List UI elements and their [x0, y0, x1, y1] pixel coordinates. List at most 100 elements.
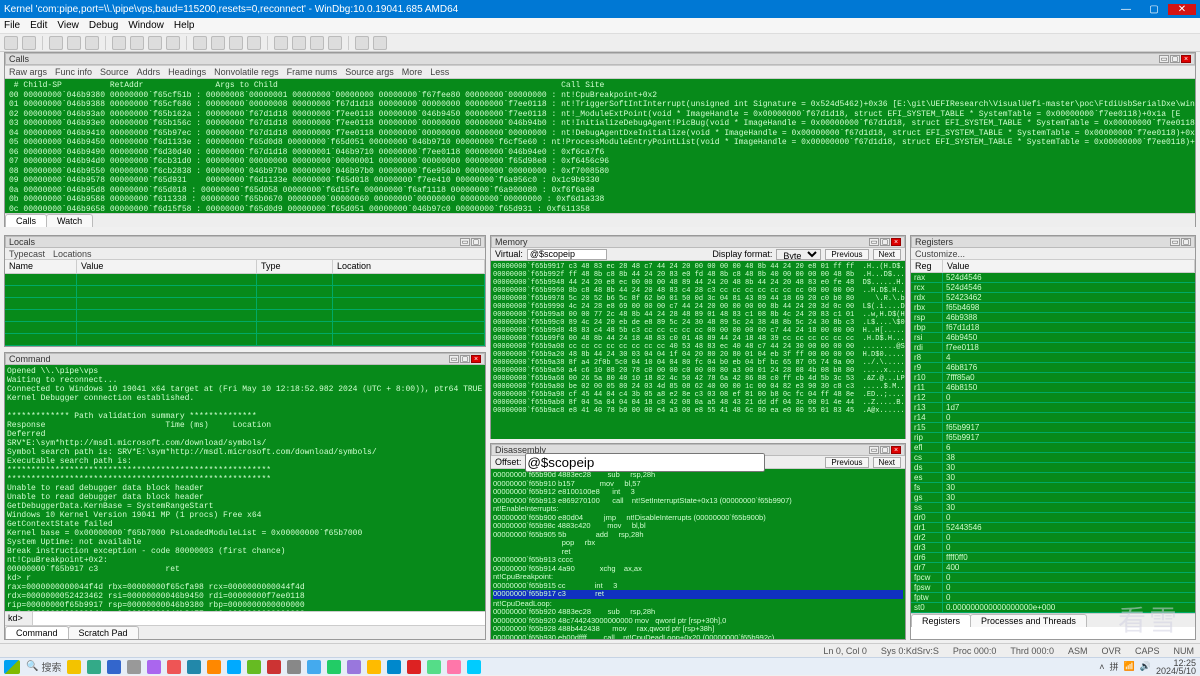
taskbar-search[interactable]: 🔍 搜索	[26, 659, 61, 674]
register-row[interactable]: r120	[911, 393, 1195, 403]
filter-raw-args[interactable]: Raw args	[9, 67, 47, 77]
tool-step-into-icon[interactable]	[193, 36, 207, 50]
taskbar-app-icon[interactable]	[107, 660, 121, 674]
tab-watch[interactable]: Watch	[46, 214, 93, 227]
register-row[interactable]: dr7400	[911, 563, 1195, 573]
pane-max-icon[interactable]: ▢	[1181, 238, 1191, 246]
filter-addrs[interactable]: Addrs	[137, 67, 161, 77]
pane-dock-icon[interactable]: ▭	[449, 355, 459, 363]
register-row[interactable]: fptw0	[911, 593, 1195, 603]
filter-nonvolatile[interactable]: Nonvolatile regs	[214, 67, 279, 77]
pane-dock-icon[interactable]: ▭	[1170, 238, 1180, 246]
tab-calls[interactable]: Calls	[5, 214, 47, 227]
col-name[interactable]: Name	[5, 260, 77, 273]
pane-close-icon[interactable]: ×	[891, 238, 901, 246]
register-row[interactable]: r131d7	[911, 403, 1195, 413]
tray-chevron-icon[interactable]: ˄	[1099, 662, 1104, 672]
disasm-next-button[interactable]: Next	[873, 457, 901, 468]
taskbar-app-icon[interactable]	[127, 660, 141, 674]
pane-max-icon[interactable]: ▢	[460, 355, 470, 363]
taskbar-app-icon[interactable]	[407, 660, 421, 674]
system-tray[interactable]: ˄ 拼 📶 🔊 12:25 2024/5/10	[1099, 659, 1196, 675]
register-row[interactable]: r1146b8150	[911, 383, 1195, 393]
col-value[interactable]: Value	[943, 260, 1195, 272]
tab-processes-threads[interactable]: Processes and Threads	[970, 614, 1087, 627]
command-output[interactable]: Opened \\.\pipe\vps Waiting to reconnect…	[5, 365, 485, 611]
filter-headings[interactable]: Headings	[168, 67, 206, 77]
tool-stop-icon[interactable]	[148, 36, 162, 50]
taskbar-app-icon[interactable]	[87, 660, 101, 674]
taskbar-app-icon[interactable]	[207, 660, 221, 674]
registers-customize[interactable]: Customize...	[911, 248, 1195, 260]
register-row[interactable]: dr20	[911, 533, 1195, 543]
tab-registers[interactable]: Registers	[911, 614, 971, 627]
register-row[interactable]: rdx52423462	[911, 293, 1195, 303]
taskbar-app-icon[interactable]	[227, 660, 241, 674]
pane-close-icon[interactable]: ×	[471, 355, 481, 363]
menu-file[interactable]: File	[4, 20, 20, 31]
col-type[interactable]: Type	[257, 260, 333, 273]
tray-volume-icon[interactable]: 🔊	[1140, 661, 1151, 672]
taskbar-app-icon[interactable]	[427, 660, 441, 674]
tray-input-icon[interactable]: 拼	[1110, 660, 1119, 673]
taskbar-app-icon[interactable]	[147, 660, 161, 674]
filter-more[interactable]: More	[402, 67, 423, 77]
minimize-button[interactable]: —	[1112, 4, 1140, 15]
pane-dock-icon[interactable]: ▭	[869, 446, 879, 454]
register-row[interactable]: rbpf67d1d18	[911, 323, 1195, 333]
taskbar-app-icon[interactable]	[247, 660, 261, 674]
pane-max-icon[interactable]: ▢	[1170, 55, 1180, 63]
tool-options-icon[interactable]	[328, 36, 342, 50]
register-row[interactable]: ds30	[911, 463, 1195, 473]
register-row[interactable]: fpsw0	[911, 583, 1195, 593]
tool-help-icon[interactable]	[373, 36, 387, 50]
tool-step-out-icon[interactable]	[229, 36, 243, 50]
start-button[interactable]	[4, 660, 20, 674]
taskbar-app-icon[interactable]	[307, 660, 321, 674]
register-row[interactable]: rdif7ee0118	[911, 343, 1195, 353]
register-row[interactable]: efl6	[911, 443, 1195, 453]
register-row[interactable]: gs30	[911, 493, 1195, 503]
filter-func-info[interactable]: Func info	[55, 67, 92, 77]
register-row[interactable]: cs38	[911, 453, 1195, 463]
filter-frame-nums[interactable]: Frame nums	[287, 67, 338, 77]
taskbar-app-icon[interactable]	[187, 660, 201, 674]
tool-run-to-cursor-icon[interactable]	[247, 36, 261, 50]
tool-font-icon[interactable]	[310, 36, 324, 50]
register-row[interactable]: dr00	[911, 513, 1195, 523]
tool-copy-icon[interactable]	[67, 36, 81, 50]
tool-asm-icon[interactable]	[292, 36, 306, 50]
pane-max-icon[interactable]: ▢	[880, 446, 890, 454]
col-value[interactable]: Value	[77, 260, 257, 273]
tool-window-icon[interactable]	[355, 36, 369, 50]
locals-typecast[interactable]: Typecast	[9, 249, 45, 259]
tab-command[interactable]: Command	[5, 626, 69, 639]
taskbar-app-icon[interactable]	[287, 660, 301, 674]
tool-step-over-icon[interactable]	[211, 36, 225, 50]
tool-open-icon[interactable]	[4, 36, 18, 50]
memory-next-button[interactable]: Next	[873, 249, 901, 260]
register-row[interactable]: rcx524d4546	[911, 283, 1195, 293]
col-location[interactable]: Location	[333, 260, 485, 273]
taskbar-app-icon[interactable]	[367, 660, 381, 674]
tool-cut-icon[interactable]	[49, 36, 63, 50]
register-row[interactable]: dr6ffff0ff0	[911, 553, 1195, 563]
register-row[interactable]: ss30	[911, 503, 1195, 513]
tool-go-icon[interactable]	[112, 36, 126, 50]
register-row[interactable]: r140	[911, 413, 1195, 423]
maximize-button[interactable]: ▢	[1140, 4, 1168, 15]
tool-paste-icon[interactable]	[85, 36, 99, 50]
pane-dock-icon[interactable]: ▭	[869, 238, 879, 246]
filter-source-args[interactable]: Source args	[345, 67, 394, 77]
register-row[interactable]: r946b8176	[911, 363, 1195, 373]
pane-dock-icon[interactable]: ▭	[460, 238, 470, 246]
filter-source[interactable]: Source	[100, 67, 129, 77]
tool-restart-icon[interactable]	[166, 36, 180, 50]
menu-debug[interactable]: Debug	[89, 20, 118, 31]
register-row[interactable]: dr30	[911, 543, 1195, 553]
tab-scratch-pad[interactable]: Scratch Pad	[68, 626, 139, 639]
pane-max-icon[interactable]: ▢	[471, 238, 481, 246]
locals-locations[interactable]: Locations	[53, 249, 92, 259]
memory-format-select[interactable]: Byte	[776, 249, 821, 260]
register-row[interactable]: st00.000000000000000000e+000	[911, 603, 1195, 613]
